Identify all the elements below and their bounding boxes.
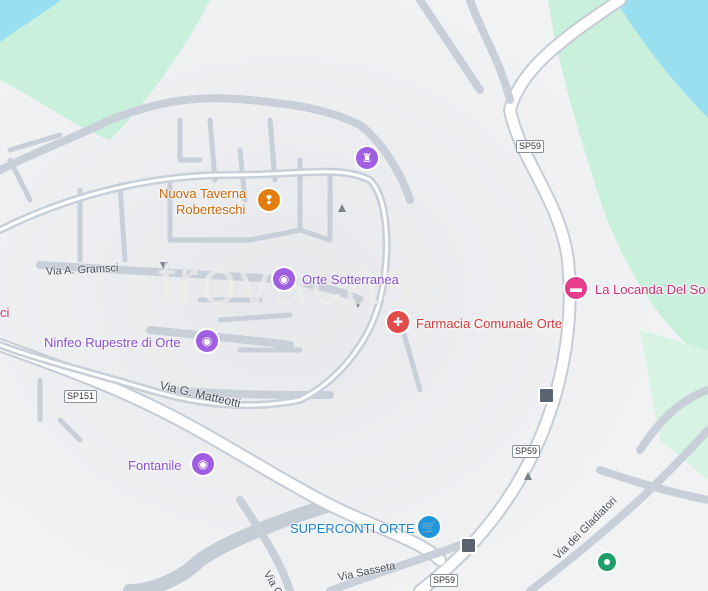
bus-stop-icon[interactable] (538, 387, 555, 404)
poi-partial-left-label[interactable]: ci (0, 305, 9, 320)
poi-taverna-line2[interactable]: Roberteschi (176, 202, 245, 217)
bus-stop-icon[interactable] (460, 537, 477, 554)
poi-sotterranea-label[interactable]: Orte Sotterranea (302, 272, 399, 287)
place-dot-inner (604, 559, 610, 565)
pharmacy-icon[interactable]: ✚ (387, 311, 409, 333)
poi-taverna-line1[interactable]: Nuova Taverna (159, 186, 246, 201)
camera-icon[interactable]: ◉ (273, 268, 295, 290)
poi-superconti-label[interactable]: SUPERCONTI ORTE (290, 521, 415, 536)
map-canvas[interactable]: trovacasa Via A. Gramsci Via G. Matteott… (0, 0, 708, 591)
poi-fontanile-label[interactable]: Fontanile (128, 458, 181, 473)
route-shield-sp151: SP151 (64, 390, 98, 403)
castle-icon[interactable]: ♜ (356, 147, 378, 169)
place-dot-icon[interactable] (598, 553, 616, 571)
cart-icon[interactable]: 🛒 (418, 516, 440, 538)
bed-icon[interactable]: ▬ (565, 277, 587, 299)
camera-icon[interactable]: ◉ (196, 330, 218, 352)
route-shield-sp59-top: SP59 (516, 140, 545, 153)
poi-ninfeo-label[interactable]: Ninfeo Rupestre di Orte (44, 335, 181, 350)
camera-icon[interactable]: ◉ (192, 453, 214, 475)
poi-locanda-label[interactable]: La Locanda Del So (595, 282, 706, 297)
fork-knife-icon[interactable]: ❢ (258, 189, 280, 211)
route-shield-sp59-mid: SP59 (512, 445, 541, 458)
route-shield-sp59-bottom: SP59 (430, 574, 459, 587)
poi-farmacia-label[interactable]: Farmacia Comunale Orte (416, 316, 562, 331)
